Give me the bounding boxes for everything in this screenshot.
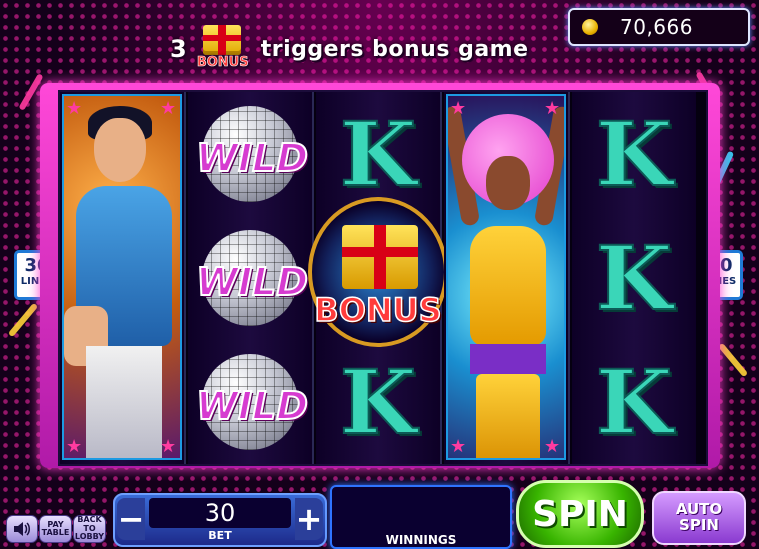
reel-3: K BONUS K — [308, 92, 448, 464]
gift-box-icon — [202, 25, 241, 55]
bet-increase-button[interactable]: + — [295, 498, 323, 540]
star-icon: ★ — [66, 98, 83, 119]
woman-character-symbol: ★ ★ ★ ★ — [446, 94, 566, 460]
woman-face — [486, 156, 530, 210]
spin-button[interactable]: SPIN — [516, 480, 644, 548]
autospin-button[interactable]: AUTO SPIN — [652, 491, 746, 545]
wild-label: WILD — [195, 259, 309, 305]
woman-outfit — [470, 226, 546, 346]
bonus-label: BONUS — [314, 290, 443, 330]
back-to-lobby-button[interactable]: BACK TO LOBBY — [73, 515, 106, 543]
reel-4: ★ ★ ★ ★ — [444, 92, 570, 464]
star-icon: ★ — [66, 436, 83, 457]
reel-frame: ★ ★ ★ ★ WILD WILD WILD K BONUS K ★ ★ ★ ★… — [40, 83, 720, 468]
reel-area: ★ ★ ★ ★ WILD WILD WILD K BONUS K ★ ★ ★ ★… — [58, 90, 708, 466]
disco-ball-icon: WILD — [195, 106, 309, 202]
k-label: K — [595, 349, 673, 455]
star-icon: ★ — [544, 436, 561, 457]
reel-2: WILD WILD WILD — [188, 92, 314, 464]
man-character-symbol: ★ ★ ★ ★ — [62, 94, 182, 460]
bet-value: 30 — [149, 498, 291, 528]
sound-button[interactable] — [6, 515, 38, 543]
star-icon: ★ — [160, 436, 177, 457]
bet-panel: − 30 BET + — [113, 493, 327, 547]
winnings-label: WINNINGS — [385, 533, 457, 547]
autospin-label: AUTO SPIN — [675, 500, 723, 534]
bonus-trigger-count: 3 — [170, 35, 187, 63]
reel-5: K K K — [572, 92, 696, 464]
disco-ball-icon: WILD — [195, 354, 309, 450]
star-icon: ★ — [450, 98, 467, 119]
paytable-button[interactable]: PAY TABLE — [39, 515, 72, 543]
gift-box-icon — [342, 225, 418, 289]
bonus-gift-icon: BONUS — [193, 19, 253, 79]
k-label: K — [339, 349, 417, 455]
wild-symbol: WILD — [188, 92, 312, 216]
paytable-label: PAY TABLE — [41, 519, 70, 537]
bonus-trigger-banner: 3 BONUS triggers bonus game — [170, 24, 570, 74]
k-label: K — [595, 101, 673, 207]
bonus-mini-label: BONUS — [196, 55, 249, 71]
k-symbol: K — [572, 92, 696, 216]
wild-label: WILD — [195, 383, 309, 429]
speaker-icon — [14, 522, 30, 536]
balance-amount: 70,666 — [620, 15, 693, 39]
star-icon: ★ — [544, 98, 561, 119]
k-label: K — [595, 225, 673, 331]
coin-icon — [582, 19, 598, 35]
wild-symbol: WILD — [188, 340, 312, 464]
reel-1: ★ ★ ★ ★ — [60, 92, 186, 464]
star-icon: ★ — [160, 98, 177, 119]
bonus-trigger-message: triggers bonus game — [260, 36, 529, 62]
balance-display: 70,666 — [568, 8, 750, 46]
wild-label: WILD — [195, 135, 309, 181]
wild-symbol: WILD — [188, 216, 312, 340]
man-pants — [86, 346, 162, 458]
disco-ball-icon: WILD — [195, 230, 309, 326]
back-to-lobby-label: BACK TO LOBBY — [74, 515, 105, 542]
bet-decrease-button[interactable]: − — [117, 498, 145, 540]
k-symbol: K — [572, 216, 696, 340]
woman-belt — [470, 344, 546, 374]
winnings-display: WINNINGS — [330, 485, 512, 549]
woman-legs — [476, 374, 540, 458]
man-face — [94, 118, 146, 182]
star-icon: ★ — [450, 436, 467, 457]
bonus-symbol: BONUS — [308, 197, 448, 347]
k-label: K — [339, 101, 417, 207]
k-symbol: K — [572, 340, 696, 464]
bet-label: BET — [208, 529, 232, 542]
k-symbol: K — [316, 340, 440, 464]
